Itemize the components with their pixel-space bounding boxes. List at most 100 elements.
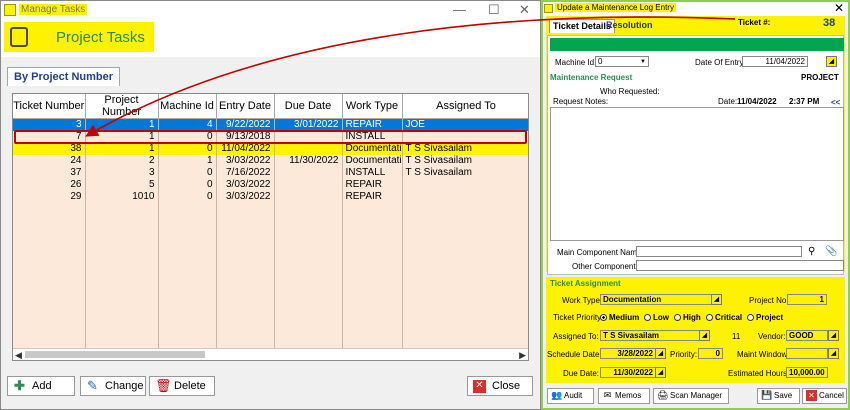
vendor-label: Vendor:	[758, 332, 786, 341]
table-row[interactable]: 24 2 1 3/03/2022 11/30/2022 Documentatio T S S…	[13, 155, 528, 167]
scroll-left-icon[interactable]: ◀	[15, 350, 22, 360]
maint-window-field[interactable]	[786, 348, 828, 359]
table-row[interactable]: 37 3 0 7/16/2022 INSTALL T S Sivasailam	[13, 167, 528, 179]
other-components-label: Other Components:	[572, 262, 642, 271]
window-title: Update a Maintenance Log Entry	[555, 3, 676, 12]
memos-button[interactable]: ✉ Memos	[598, 388, 650, 404]
work-type-field[interactable]: Documentation	[600, 294, 712, 305]
minimize-icon[interactable]: —	[453, 2, 466, 17]
horizontal-scrollbar[interactable]: ◀ ▶	[13, 348, 528, 360]
date-entry-field[interactable]: 11/04/2022	[742, 56, 808, 67]
assigned-code: 11	[732, 332, 741, 341]
scroll-right-icon[interactable]: ▶	[519, 350, 526, 360]
tasks-grid: Ticket Number Project Number Machine Id …	[12, 93, 529, 361]
close-button[interactable]: ✕ Close	[467, 376, 533, 396]
clipboard-clock-icon	[10, 27, 28, 47]
scrollbar-thumb[interactable]	[25, 351, 205, 358]
maint-window-label: Maint Window:	[737, 350, 790, 359]
project-no-field[interactable]: 1	[787, 294, 827, 305]
calendar-icon[interactable]: ◢	[826, 56, 837, 67]
tasks-table: Ticket Number Project Number Machine Id …	[13, 94, 528, 203]
audit-button[interactable]: 👥 Audit	[547, 388, 594, 404]
maintenance-request-heading: Maintenance Request	[550, 73, 633, 82]
delete-button[interactable]: 🗑 Delete	[149, 376, 215, 396]
column-header[interactable]: Project Number	[85, 94, 159, 119]
request-notes-label: Request Notes:	[553, 97, 609, 106]
column-header[interactable]: Work Type	[342, 94, 403, 119]
schedule-date-label: Schedule Date:	[547, 350, 602, 359]
cancel-button[interactable]: ✕ Cancel	[802, 388, 847, 404]
estimated-hours-label: Estimated Hours:	[728, 369, 790, 378]
collapse-button[interactable]: <<	[831, 98, 840, 107]
radio-icon	[674, 314, 681, 322]
column-header[interactable]: Entry Date	[216, 94, 275, 119]
tab-resolution[interactable]: Resolution	[603, 19, 656, 33]
ticket-assignment-heading: Ticket Assignment	[550, 279, 621, 288]
work-type-picker-icon[interactable]: ◢	[711, 294, 722, 305]
change-button[interactable]: ✎ Change	[80, 376, 146, 396]
assigned-to-label: Assigned To:	[553, 332, 599, 341]
priority-project-radio[interactable]: Project	[747, 313, 783, 322]
maintenance-log-window: Update a Maintenance Log Entry ✕ Ticket …	[541, 0, 850, 410]
trash-icon: 🗑	[155, 378, 172, 393]
status-bar	[550, 38, 844, 51]
due-date-field[interactable]: 11/30/2022	[600, 367, 656, 378]
pencil-icon: ✎	[87, 378, 98, 393]
column-header[interactable]: Assigned To	[402, 94, 528, 119]
request-time: 2:37 PM	[789, 97, 820, 106]
estimated-hours-field[interactable]: 10,000.00	[786, 367, 828, 378]
priority-low-radio[interactable]: Low	[644, 313, 669, 322]
scan-manager-button[interactable]: 🖨 Scan Manager	[653, 388, 729, 404]
maint-window-picker-icon[interactable]: ◢	[828, 348, 839, 359]
priority-medium-radio[interactable]: Medium	[600, 313, 639, 322]
column-header[interactable]: Ticket Number	[13, 94, 86, 119]
vendor-picker-icon[interactable]: ◢	[828, 330, 839, 341]
table-row[interactable]: 29 1010 0 3/03/2022 REPAIR	[13, 191, 528, 203]
title-bar: Manage Tasks — ☐ ✕	[1, 1, 540, 19]
who-requested-label: Who Requested:	[600, 87, 660, 96]
table-row[interactable]: 26 5 0 3/03/2022 REPAIR	[13, 179, 528, 191]
close-x-icon: ✕	[473, 380, 486, 393]
header-title: Project Tasks	[56, 29, 145, 46]
attach-icon[interactable]: 📎	[825, 246, 837, 257]
schedule-calendar-icon[interactable]: ◢	[655, 348, 666, 359]
main-component-field[interactable]	[636, 246, 802, 257]
save-button[interactable]: 💾 Save	[757, 388, 800, 404]
machine-id-select[interactable]: 0 ▼	[595, 56, 649, 67]
column-header[interactable]: Machine Id	[158, 94, 217, 119]
priority-high-radio[interactable]: High	[674, 313, 701, 322]
table-row-highlighted[interactable]: 38 1 0 11/04/2022 Documentatio T S Sivasailam	[13, 143, 528, 155]
save-icon: 💾	[761, 390, 773, 400]
radio-icon	[706, 314, 713, 322]
other-components-field[interactable]	[636, 260, 844, 271]
tab-row: By Project Number	[7, 67, 121, 86]
maximize-icon[interactable]: ☐	[488, 2, 500, 18]
plus-icon: ✚	[14, 378, 25, 393]
header-band: Project Tasks	[1, 19, 540, 57]
main-component-label: Main Component Name:	[557, 248, 644, 257]
priority-number-field[interactable]: 0	[698, 348, 723, 359]
request-date: 11/04/2022	[737, 97, 777, 106]
table-row[interactable]: 7 1 0 9/13/2018 INSTALL	[13, 131, 528, 143]
request-notes-textarea[interactable]	[550, 107, 844, 241]
ticket-label: Ticket #:	[738, 18, 771, 27]
close-icon[interactable]: ✕	[834, 1, 844, 15]
due-calendar-icon[interactable]: ◢	[655, 367, 666, 378]
window-title: Manage Tasks	[19, 4, 88, 15]
table-row[interactable]: 3 1 4 9/22/2022 3/01/2022 REPAIR JOE	[13, 118, 528, 131]
app-icon	[4, 4, 16, 16]
tab-by-project-number[interactable]: By Project Number	[7, 67, 121, 86]
project-label: PROJECT	[801, 73, 839, 82]
assigned-to-field[interactable]: T S Sivasailam	[600, 330, 700, 341]
assigned-picker-icon[interactable]: ◢	[699, 330, 710, 341]
schedule-date-field[interactable]: 3/28/2022	[600, 348, 656, 359]
vendor-field[interactable]: GOOD	[786, 330, 828, 341]
audit-icon: 👥	[551, 390, 563, 400]
priority-critical-radio[interactable]: Critical	[706, 313, 742, 322]
column-header[interactable]: Due Date	[274, 94, 343, 119]
work-type-label: Work Type:	[562, 296, 603, 305]
radio-icon	[747, 314, 754, 322]
search-icon[interactable]: ⚲	[808, 246, 815, 257]
close-icon[interactable]: ✕	[519, 2, 530, 18]
add-button[interactable]: ✚ Add	[7, 376, 75, 396]
